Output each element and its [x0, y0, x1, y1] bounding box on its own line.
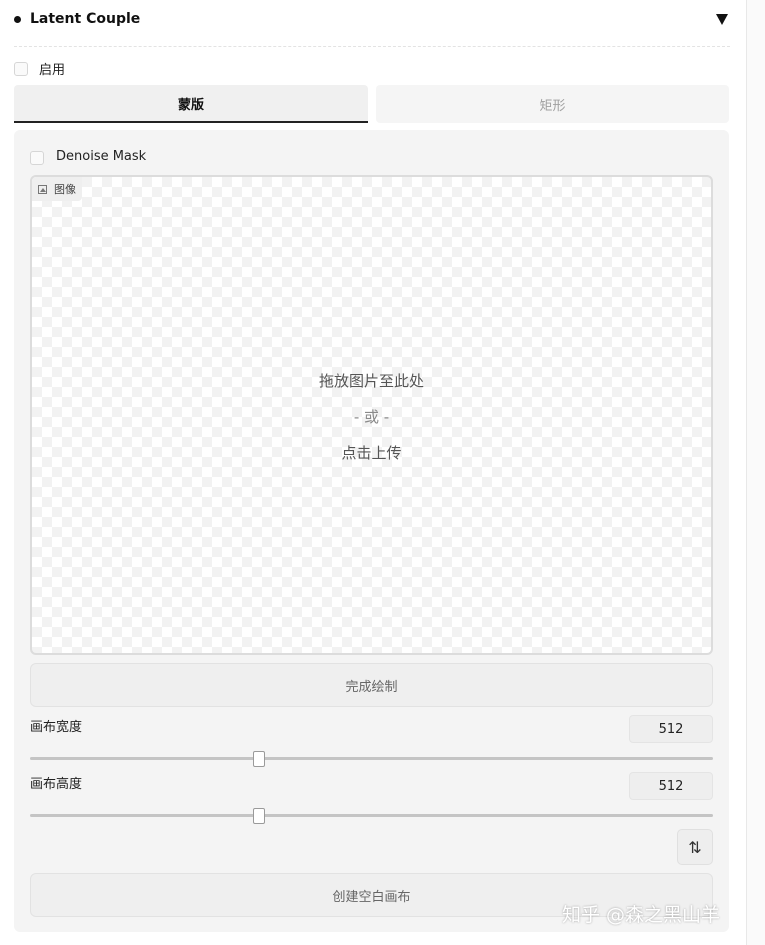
tab-rectangle[interactable]: 矩形: [376, 85, 729, 123]
or-separator: - 或 -: [353, 408, 390, 426]
canvas-height-slider-track[interactable]: [30, 814, 713, 817]
header-divider: [14, 46, 730, 47]
enable-label: 启用: [39, 63, 66, 78]
canvas-width-slider-thumb[interactable]: [253, 751, 266, 767]
image-label-text: 图像: [54, 183, 76, 196]
scrollbar[interactable]: [746, 0, 765, 945]
image-icon: [38, 184, 47, 194]
drop-text: 拖放图片至此处: [318, 372, 424, 390]
enable-checkbox[interactable]: [14, 62, 28, 76]
panel-title: Latent Couple: [30, 11, 141, 27]
canvas-width-input[interactable]: 512: [629, 715, 713, 743]
swap-dimensions-button[interactable]: ⇅: [677, 829, 713, 865]
canvas-width-label: 画布宽度: [30, 720, 83, 735]
finish-drawing-button[interactable]: 完成绘制: [30, 663, 713, 707]
tab-mask[interactable]: 蒙版: [14, 85, 368, 123]
denoise-label: Denoise Mask: [56, 149, 147, 164]
canvas-height-input[interactable]: 512: [629, 772, 713, 800]
panel-header[interactable]: Latent Couple: [14, 8, 730, 32]
click-upload-text[interactable]: 点击上传: [32, 442, 711, 463]
canvas-height-slider-thumb[interactable]: [253, 808, 266, 824]
collapse-triangle-icon[interactable]: [716, 14, 728, 25]
canvas-height-label: 画布高度: [30, 777, 83, 792]
denoise-checkbox[interactable]: [30, 151, 44, 165]
watermark: 知乎 @森之黑山羊: [562, 904, 721, 926]
image-block-label: 图像: [32, 177, 82, 201]
bullet-icon: [14, 16, 21, 23]
swap-arrows-icon: ⇅: [688, 837, 702, 857]
canvas-width-slider-track[interactable]: [30, 757, 713, 760]
image-upload-area[interactable]: 图像 拖放图片至此处 - 或 - 点击上传: [30, 175, 713, 655]
